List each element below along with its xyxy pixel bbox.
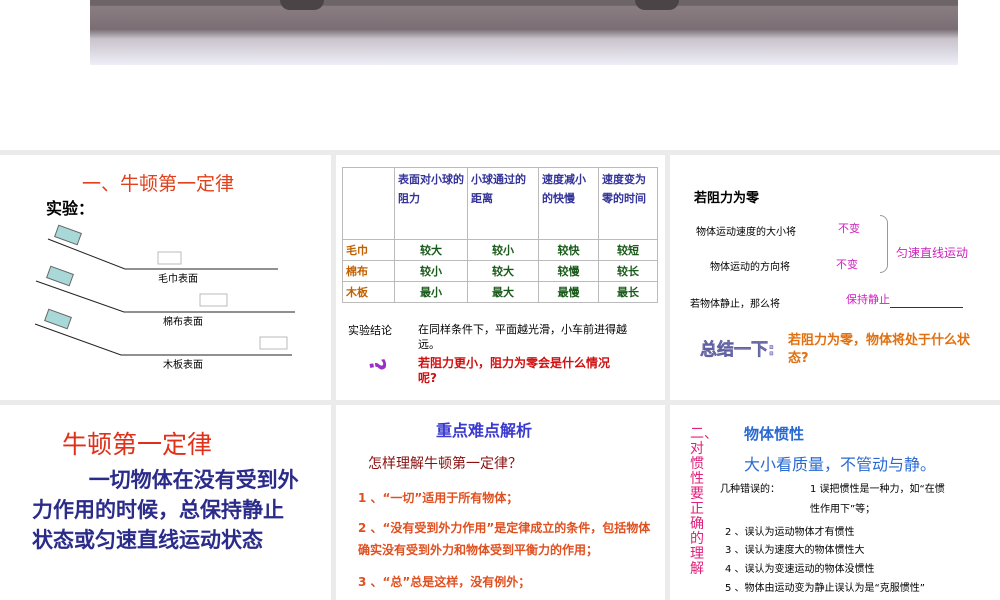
item: 3 、误认为速度大的物体惯性大 <box>725 545 865 556</box>
table-row: 毛巾 较大 较小 较快 较短 <box>342 239 658 261</box>
answer: 不变 <box>836 258 858 271</box>
side-heading: 二、对惯性要正确的理解 <box>690 426 718 577</box>
column-header: 小球通过的距离 <box>467 167 539 240</box>
slide-title: 牛顿第一定律 <box>62 430 213 459</box>
cell: 较大 <box>394 239 468 261</box>
cell: 最大 <box>467 281 539 303</box>
point: 3 、“总”总是这样，没有例外； <box>358 575 531 589</box>
cell: 最长 <box>598 281 658 303</box>
slide-title: 若阻力为零 <box>694 191 760 206</box>
slide-thumbnail-3[interactable]: 若阻力为零 物体运动速度的大小将 不变 物体运动的方向将 不变 匀速直线运动 若… <box>670 155 1000 400</box>
item: 4 、误认为变速运动的物体没惯性 <box>725 564 875 575</box>
conclusion-label: 实验结论 <box>348 324 392 337</box>
slide-subtitle: 大小看质量，不管动与静。 <box>744 455 937 474</box>
point: 1 、“一切”适用于所有物体； <box>358 491 519 505</box>
question: 怎样理解牛顿第一定律？ <box>368 456 522 472</box>
item: 1 误把惯性是一种力，如“在惯性作用下”等； <box>810 484 945 515</box>
summary-label: 总结一下: <box>700 340 775 361</box>
intro: 几种错误的： <box>720 484 780 495</box>
experiment-table: 表面对小球的阻力 小球通过的距离 速度减小的快慢 速度变为零的时间 毛巾 较大 较小… <box>342 167 658 303</box>
slide-title: 物体惯性 <box>744 425 805 443</box>
question-text: 若阻力更小，阻力为零会是什么情况呢? <box>418 356 611 385</box>
table-row: 棉布 较小 较大 较慢 较长 <box>342 260 658 282</box>
row-label: 毛巾 <box>342 239 395 261</box>
statement: 物体运动的方向将 <box>710 262 790 273</box>
slide-thumbnail-5[interactable]: 重点难点解析 怎样理解牛顿第一定律？ 1 、“一切”适用于所有物体； 2 、“没… <box>336 405 665 600</box>
cell: 最慢 <box>538 281 599 303</box>
wheel-icon <box>635 0 679 10</box>
surface-label: 棉布表面 <box>163 317 203 328</box>
slide-thumbnail-4[interactable]: 牛顿第一定律 一切物体在没有受到外力作用的时候，总保持静止状态或匀速直线运动状态 <box>0 405 331 600</box>
statement: 物体运动速度的大小将 <box>696 227 796 238</box>
wheel-icon <box>280 0 324 10</box>
item: 5 、物体由运动变为静止误认为是“克服惯性” <box>725 583 925 594</box>
column-header: 速度减小的快慢 <box>538 167 599 240</box>
cell: 较大 <box>467 260 539 282</box>
slide-thumbnail-6[interactable]: 二、对惯性要正确的理解 物体惯性 大小看质量，不管动与静。 几种错误的： 1 误… <box>670 405 1000 600</box>
cell: 较长 <box>598 260 658 282</box>
result-text: 匀速直线运动 <box>896 246 969 260</box>
cell: 最小 <box>394 281 468 303</box>
surface-label: 木板表面 <box>163 360 203 371</box>
row-label: 木板 <box>342 281 395 303</box>
column-header: 表面对小球的阻力 <box>394 167 468 240</box>
summary-text: 若阻力为零，物体将处于什么状态? <box>788 333 971 366</box>
law-text: 一切物体在没有受到外力作用的时候，总保持静止状态或匀速直线运动状态 <box>32 468 299 552</box>
conclusion-text: 在同样条件下，平面越光滑，小车前进得越远。 <box>418 323 627 351</box>
point: 2 、“没有受到外力作用”是定律成立的条件，包括物体确实没有受到外力和物体受到平… <box>358 521 651 557</box>
slide-thumbnail-2[interactable]: 表面对小球的阻力 小球通过的距离 速度减小的快慢 速度变为零的时间 毛巾 较大 较小… <box>336 155 665 400</box>
cell: 较小 <box>394 260 468 282</box>
answer: 保持静止 <box>846 293 890 306</box>
cell: 较快 <box>538 239 599 261</box>
brace <box>880 215 888 273</box>
question-mark-icon: ? <box>362 357 390 374</box>
wooden-board-image <box>90 0 958 65</box>
row-label: 棉布 <box>342 260 395 282</box>
current-slide-preview <box>0 0 1000 150</box>
surface-label: 毛巾表面 <box>158 274 198 285</box>
slide-title: 重点难点解析 <box>436 421 533 440</box>
cell: 较短 <box>598 239 658 261</box>
table-row: 木板 最小 最大 最慢 最长 <box>342 281 658 303</box>
item: 2 、误认为运动物体才有惯性 <box>725 527 855 538</box>
column-header: 速度变为零的时间 <box>598 167 658 240</box>
cell: 较小 <box>467 239 539 261</box>
statement: 若物体静止，那么将 <box>690 299 780 310</box>
slide-thumbnail-1[interactable]: 一、牛顿第一定律 实验： 毛巾表面 棉布表面 木板表面 <box>0 155 331 400</box>
answer: 不变 <box>838 222 860 235</box>
blank-line <box>890 307 963 308</box>
cell: 较慢 <box>538 260 599 282</box>
